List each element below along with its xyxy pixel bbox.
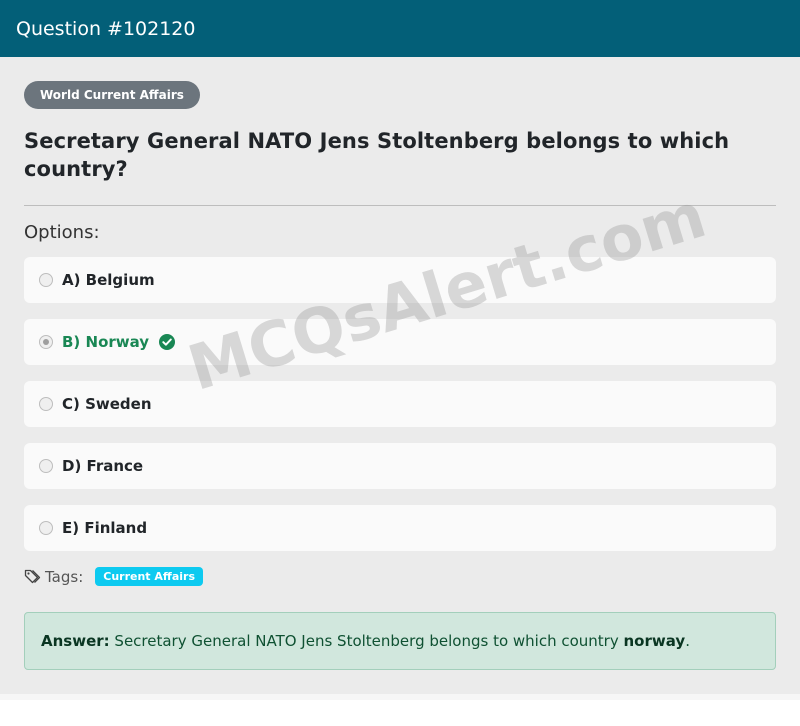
question-body: World Current Affairs Secretary General … [0, 57, 800, 670]
answer-prefix: Answer: [41, 632, 110, 650]
answer-box: Answer: Secretary General NATO Jens Stol… [24, 612, 776, 670]
question-header: Question #102120 [0, 0, 800, 57]
option-c[interactable]: C) Sweden [24, 381, 776, 427]
answer-value: norway [623, 632, 686, 650]
options-list: A) Belgium B) Norway C) Sweden D) France [24, 257, 776, 551]
question-number: Question #102120 [16, 17, 196, 40]
option-d[interactable]: D) France [24, 443, 776, 489]
option-b[interactable]: B) Norway [24, 319, 776, 365]
radio-button[interactable] [39, 459, 53, 473]
option-label: E) Finland [62, 519, 148, 537]
tags-row: Tags: Current Affairs [24, 567, 776, 586]
option-label: D) France [62, 457, 144, 475]
radio-button-selected[interactable] [39, 335, 53, 349]
tags-label: Tags: [45, 567, 84, 586]
answer-text: Secretary General NATO Jens Stoltenberg … [109, 632, 624, 650]
radio-button[interactable] [39, 397, 53, 411]
category-badge[interactable]: World Current Affairs [24, 81, 200, 109]
options-label: Options: [24, 222, 100, 243]
radio-button[interactable] [39, 521, 53, 535]
option-a[interactable]: A) Belgium [24, 257, 776, 303]
tag-current-affairs[interactable]: Current Affairs [95, 567, 203, 586]
answer-suffix: . [685, 632, 690, 650]
question-card: Question #102120 World Current Affairs S… [0, 0, 800, 700]
option-label: B) Norway [62, 333, 150, 351]
option-label: A) Belgium [62, 271, 155, 289]
radio-button[interactable] [39, 273, 53, 287]
option-e[interactable]: E) Finland [24, 505, 776, 551]
option-label: C) Sweden [62, 395, 152, 413]
question-text: Secretary General NATO Jens Stoltenberg … [24, 129, 730, 181]
divider [24, 205, 776, 206]
check-circle-icon [159, 334, 176, 350]
tags-icon [24, 568, 41, 585]
